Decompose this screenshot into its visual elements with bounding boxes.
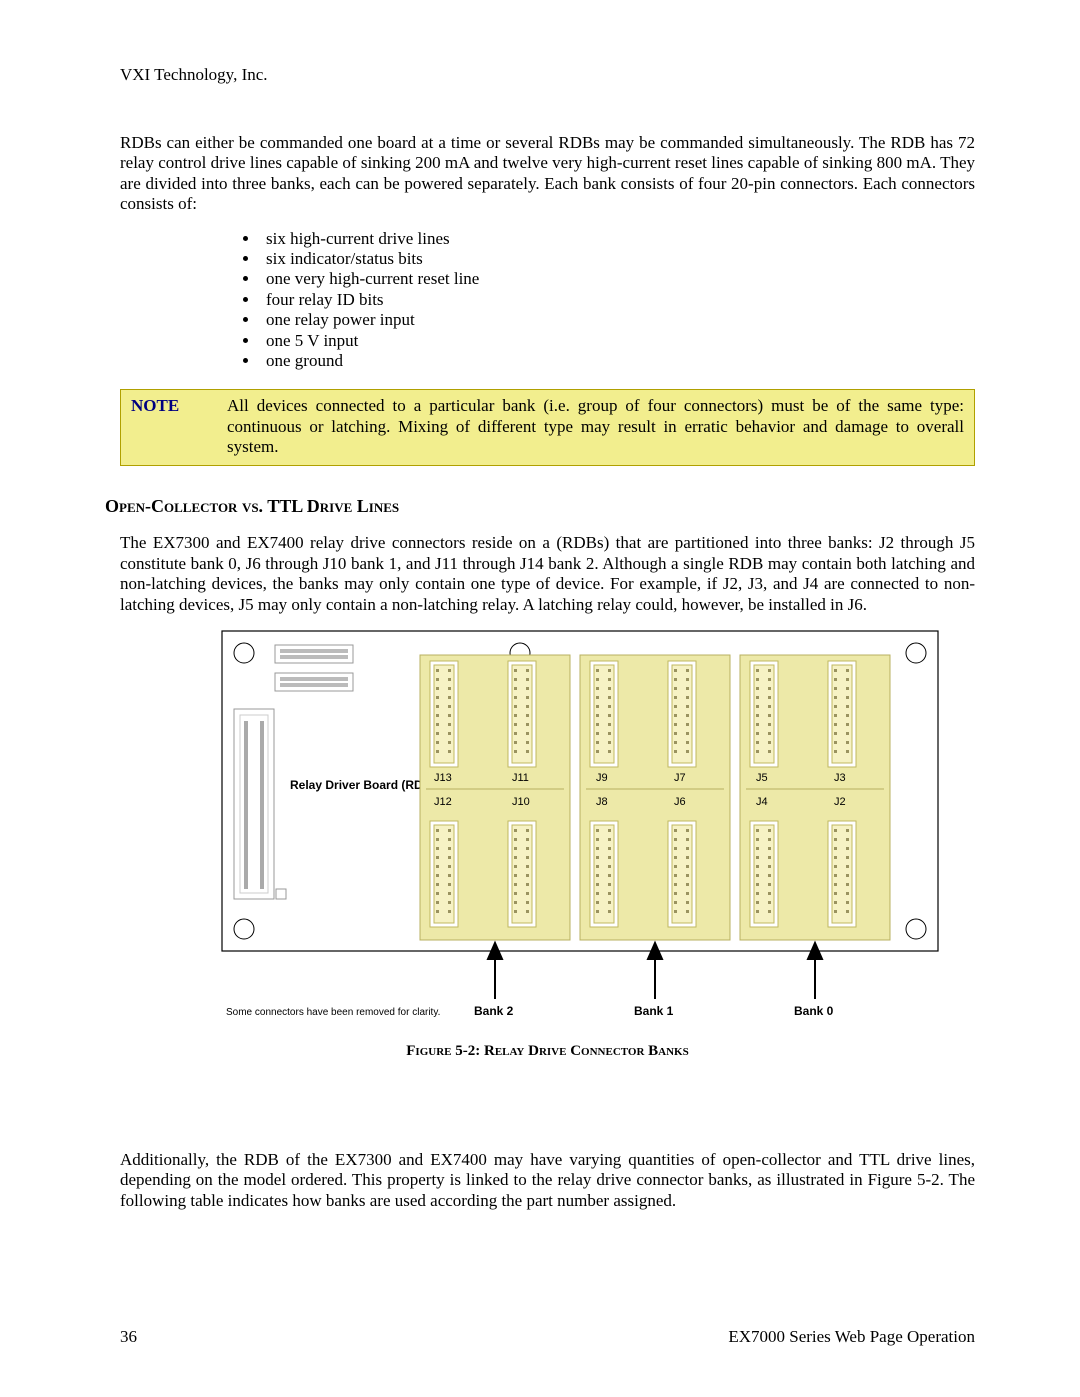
- conn-label: J7: [674, 772, 686, 784]
- doc-title: EX7000 Series Web Page Operation: [728, 1327, 975, 1347]
- conn-label: J10: [512, 796, 530, 808]
- conn-label: J5: [756, 772, 768, 784]
- note-label: NOTE: [131, 396, 227, 457]
- list-item: six indicator/status bits: [260, 249, 975, 269]
- company-header: VXI Technology, Inc.: [120, 65, 975, 85]
- bank-label: Bank 1: [634, 1004, 674, 1018]
- figure-caption: Figure 5-2: Relay Drive Connector Banks: [120, 1043, 975, 1060]
- conn-label: J2: [834, 796, 846, 808]
- bank-label: Bank 0: [794, 1004, 834, 1018]
- section-paragraph: The EX7300 and EX7400 relay drive connec…: [120, 533, 975, 615]
- list-item: one 5 V input: [260, 331, 975, 351]
- note-text: All devices connected to a particular ba…: [227, 396, 964, 457]
- conn-label: J6: [674, 796, 686, 808]
- conn-label: J9: [596, 772, 608, 784]
- conn-label: J4: [756, 796, 768, 808]
- conn-label: J11: [512, 772, 529, 784]
- conn-label: J8: [596, 796, 608, 808]
- list-item: six high-current drive lines: [260, 229, 975, 249]
- list-item: one relay power input: [260, 310, 975, 330]
- note-callout: NOTE All devices connected to a particul…: [120, 389, 975, 466]
- closing-paragraph: Additionally, the RDB of the EX7300 and …: [120, 1150, 975, 1211]
- intro-paragraph: RDBs can either be commanded one board a…: [120, 133, 975, 215]
- page-footer: 36 EX7000 Series Web Page Operation: [120, 1327, 975, 1347]
- conn-label: J12: [434, 796, 452, 808]
- relay-driver-board-diagram: Relay Driver Board (RDB): [220, 629, 940, 1029]
- list-item: one ground: [260, 351, 975, 371]
- diagram-footnote: Some connectors have been removed for cl…: [226, 1007, 440, 1018]
- list-item: one very high-current reset line: [260, 269, 975, 289]
- section-heading: Open-Collector vs. TTL Drive Lines: [105, 496, 975, 517]
- rdb-label-text: Relay Driver Board (RDB): [290, 778, 435, 792]
- page-number: 36: [120, 1327, 137, 1347]
- conn-label: J13: [434, 772, 452, 784]
- list-item: four relay ID bits: [260, 290, 975, 310]
- figure-5-2: Relay Driver Board (RDB): [120, 629, 975, 1060]
- connector-list: six high-current drive lines six indicat…: [120, 229, 975, 372]
- bank-label: Bank 2: [474, 1004, 514, 1018]
- conn-label: J3: [834, 772, 846, 784]
